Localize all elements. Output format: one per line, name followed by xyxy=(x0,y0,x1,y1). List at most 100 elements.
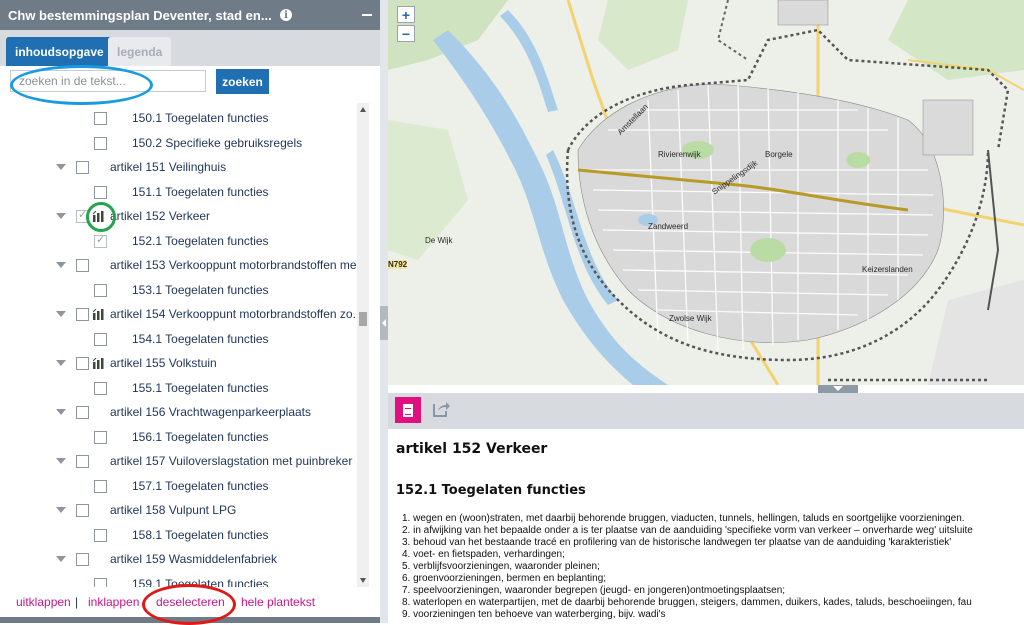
tree-checkbox[interactable] xyxy=(94,332,107,346)
toc-tree: 150.1 Toegelaten functies 150.2 Specifiek… xyxy=(0,103,356,587)
list-item: 9. voorzieningen ten behoeve van waterbe… xyxy=(402,609,666,620)
tree-checkbox[interactable] xyxy=(94,283,107,297)
tree-checkbox[interactable] xyxy=(76,161,89,174)
tree-article-row[interactable]: artikel 154 Verkooppunt motorbrandstoffe… xyxy=(0,302,356,326)
document-heading: artikel 152 Verkeer xyxy=(396,441,548,457)
tree-checkbox[interactable] xyxy=(94,136,107,150)
tree-checkbox[interactable] xyxy=(94,381,107,395)
tree-checkbox[interactable] xyxy=(76,308,89,321)
tree-section-row[interactable]: 150.2 Specifieke gebruiksregels xyxy=(0,131,356,155)
collapse-map-icon[interactable] xyxy=(818,385,858,393)
scroll-up-icon[interactable] xyxy=(360,107,366,112)
export-icon[interactable] xyxy=(432,400,450,418)
tree-section-row[interactable]: 155.1 Toegelaten functies xyxy=(0,376,356,400)
tree-item-label: 151.1 Toegelaten functies xyxy=(132,184,269,199)
tree-article-row[interactable]: artikel 153 Verkooppunt motorbrandstoffe… xyxy=(0,253,356,277)
minimize-icon[interactable] xyxy=(362,14,372,16)
map-view[interactable]: + − De Wijk N792 Rivierenwijk Borgele Za… xyxy=(388,0,1024,385)
tree-article-row[interactable]: artikel 156 Vrachtwagenparkeerplaats xyxy=(0,400,356,424)
tree-item-label: artikel 152 Verkeer xyxy=(110,209,211,223)
scroll-down-icon[interactable] xyxy=(360,578,366,583)
toc-panel: Chw bestemmingsplan Deventer, stad en...… xyxy=(0,0,381,623)
expand-arrow-icon[interactable] xyxy=(56,556,66,562)
footer-separator: | xyxy=(75,595,79,609)
map-layer-icon[interactable] xyxy=(93,211,105,222)
tree-checkbox[interactable] xyxy=(76,553,89,566)
expand-arrow-icon[interactable] xyxy=(56,262,66,268)
list-item: 4. voet- en fietspaden, verhardingen; xyxy=(402,549,565,560)
collapse-panel-icon[interactable] xyxy=(380,306,388,340)
list-item: 8. waterlopen en waterpartijen, met de d… xyxy=(402,597,972,608)
search-button[interactable]: zoeken xyxy=(216,69,269,94)
document-subheading: 152.1 Toegelaten functies xyxy=(396,483,586,498)
map-layer-icon[interactable] xyxy=(93,309,105,320)
tree-section-row[interactable]: 150.1 Toegelaten functies xyxy=(0,106,356,130)
tree-item-label: artikel 151 Veilinghuis xyxy=(110,160,227,174)
tree-checkbox[interactable] xyxy=(94,430,107,444)
tree-item-label: artikel 159 Wasmiddelenfabriek xyxy=(110,552,277,566)
tree-checkbox[interactable] xyxy=(76,259,89,272)
tree-article-row[interactable]: artikel 159 Wasmiddelenfabriek xyxy=(0,547,356,571)
tab-inhoudsopgave[interactable]: inhoudsopgave xyxy=(6,37,113,66)
expand-all-link[interactable]: uitklappen xyxy=(16,595,71,609)
list-item: 2. in afwijking van het bepaalde onder a… xyxy=(402,525,973,536)
tree-checkbox[interactable] xyxy=(94,577,107,587)
tree-checkbox[interactable] xyxy=(94,528,107,542)
tree-section-row[interactable]: 151.1 Toegelaten functies xyxy=(0,180,356,204)
tree-article-row[interactable]: artikel 158 Vulpunt LPG xyxy=(0,498,356,522)
panel-titlebar: Chw bestemmingsplan Deventer, stad en...… xyxy=(0,0,380,30)
tree-checkbox[interactable] xyxy=(94,185,107,199)
tree-checkbox[interactable] xyxy=(76,455,89,468)
tree-scrollbar[interactable] xyxy=(357,103,369,587)
tree-section-row[interactable]: 156.1 Toegelaten functies xyxy=(0,425,356,449)
expand-arrow-icon[interactable] xyxy=(56,164,66,170)
zoom-out-button[interactable]: − xyxy=(397,25,415,42)
map-label-keizerslanden: Keizerslanden xyxy=(862,265,913,274)
list-item: 1. wegen en (woon)straten, met daarbij b… xyxy=(402,513,965,524)
tree-checkbox[interactable] xyxy=(94,479,107,493)
map-layer-icon[interactable] xyxy=(93,358,105,369)
list-item: 6. groenvoorzieningen, bermen en beplant… xyxy=(402,573,607,584)
tree-section-row[interactable]: 157.1 Toegelaten functies xyxy=(0,474,356,498)
document-view: artikel 152 Verkeer 152.1 Toegelaten fun… xyxy=(388,429,1024,623)
expand-arrow-icon[interactable] xyxy=(56,507,66,513)
collapse-all-link[interactable]: inklappen xyxy=(88,595,139,609)
tree-checkbox[interactable] xyxy=(76,504,89,517)
document-icon[interactable] xyxy=(395,397,421,423)
deselect-link[interactable]: deselecteren xyxy=(156,595,225,609)
tree-section-row[interactable]: 159.1 Toegelaten functies xyxy=(0,572,356,587)
tree-section-row[interactable]: 158.1 Toegelaten functies xyxy=(0,523,356,547)
tree-checkbox[interactable] xyxy=(94,233,107,248)
tree-article-row[interactable]: artikel 151 Veilinghuis xyxy=(0,155,356,179)
tree-section-row[interactable]: 152.1 Toegelaten functies xyxy=(0,229,356,253)
expand-arrow-icon[interactable] xyxy=(56,311,66,317)
expand-arrow-icon[interactable] xyxy=(56,360,66,366)
tab-legenda[interactable]: legenda xyxy=(108,37,172,66)
tree-section-row[interactable]: 154.1 Toegelaten functies xyxy=(0,327,356,351)
tree-checkbox[interactable] xyxy=(76,208,89,223)
tree-checkbox[interactable] xyxy=(94,112,107,125)
list-item: 5. verblijfsvoorzieningen, waaronder ple… xyxy=(402,561,600,572)
tree-article-row[interactable]: artikel 157 Vuilоverslagstation met puin… xyxy=(0,449,356,473)
tree-article-row[interactable]: artikel 152 Verkeer xyxy=(0,204,356,228)
tree-checkbox[interactable] xyxy=(76,406,89,419)
map-canvas[interactable] xyxy=(388,0,1024,385)
panel-splitter[interactable] xyxy=(380,0,388,623)
expand-arrow-icon[interactable] xyxy=(56,458,66,464)
info-icon[interactable]: i xyxy=(280,9,292,21)
tree-item-label: 150.2 Specifieke gebruiksregels xyxy=(132,135,303,150)
tree-article-row[interactable]: artikel 155 Volkstuin xyxy=(0,351,356,375)
zoom-in-button[interactable]: + xyxy=(397,6,415,23)
tree-section-row[interactable]: 153.1 Toegelaten functies xyxy=(0,278,356,302)
document-toolbar xyxy=(388,393,1024,429)
tree-item-label: artikel 158 Vulpunt LPG xyxy=(110,503,237,517)
expand-arrow-icon[interactable] xyxy=(56,213,66,219)
tree-item-label: artikel 157 Vuilоverslagstation met puin… xyxy=(110,454,353,468)
scroll-thumb[interactable] xyxy=(359,312,367,326)
expand-arrow-icon[interactable] xyxy=(56,409,66,415)
search-input[interactable] xyxy=(10,70,206,92)
search-row: zoeken xyxy=(0,66,380,102)
full-text-link[interactable]: hele plantekst xyxy=(241,595,315,609)
map-label-rivierenwijk: Rivierenwijk xyxy=(658,150,701,159)
tree-checkbox[interactable] xyxy=(76,357,89,370)
